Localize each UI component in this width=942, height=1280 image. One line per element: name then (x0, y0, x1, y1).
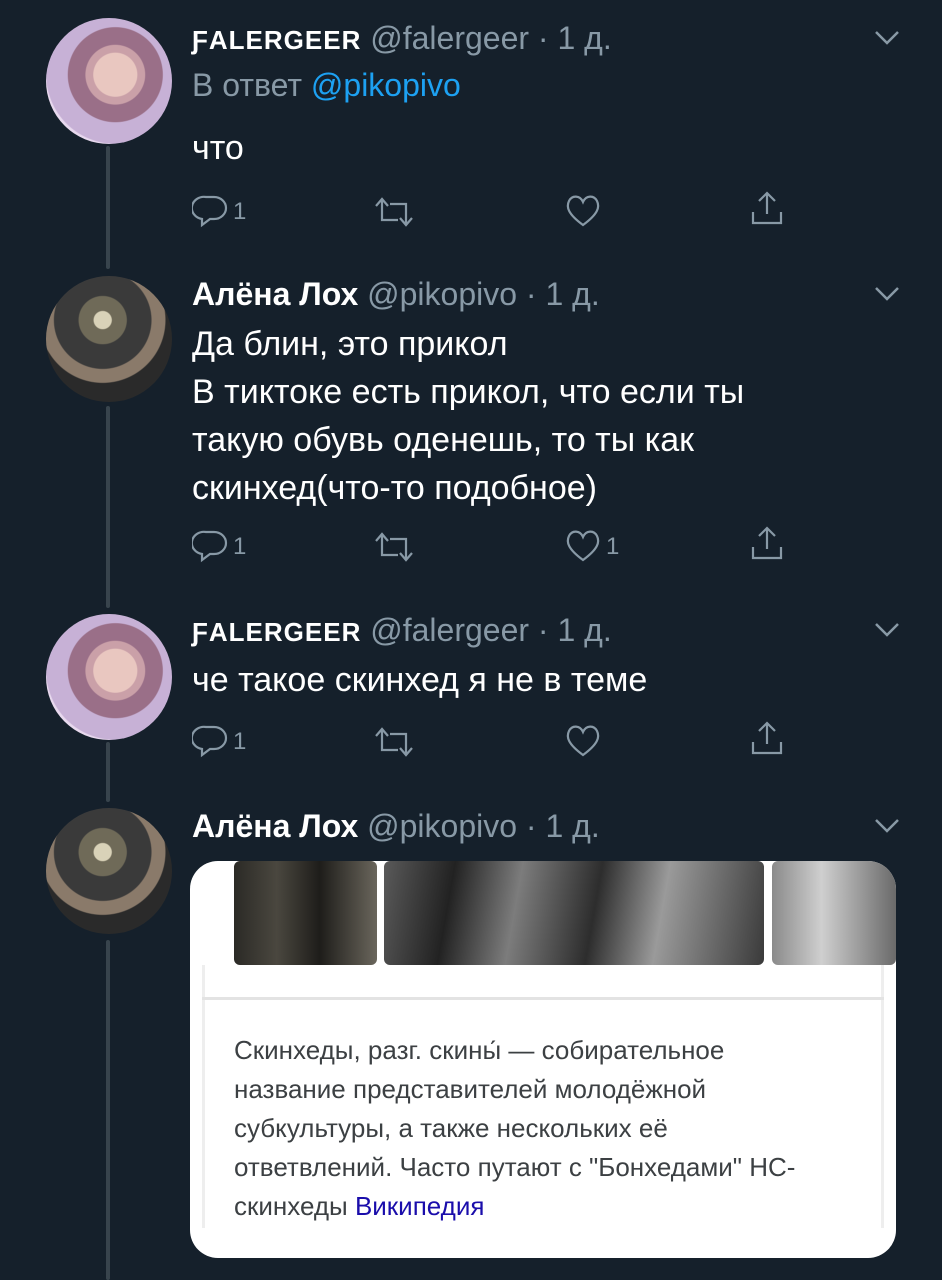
card-photo (772, 861, 896, 965)
thread-line (106, 406, 110, 608)
thread-line (106, 940, 110, 1280)
share-icon[interactable] (749, 720, 785, 756)
chevron-down-icon[interactable] (874, 30, 900, 46)
timestamp[interactable]: · 1 д. (538, 612, 612, 648)
card-photo (384, 861, 764, 965)
thread-line (106, 146, 110, 269)
tweet-text-line: В тиктоке есть прикол, что если ты (192, 373, 745, 411)
card-photo (234, 861, 377, 965)
reply-count: 1 (233, 198, 247, 225)
card-text-line: скинхеды Википедия (234, 1191, 485, 1221)
chevron-down-icon[interactable] (874, 622, 900, 638)
handle[interactable]: @pikopivo (367, 276, 517, 312)
handle[interactable]: @falergeer (370, 612, 529, 648)
retweet-icon[interactable] (372, 529, 416, 565)
retweet-icon[interactable] (372, 724, 416, 760)
card-border (202, 965, 205, 1228)
reply-context: В ответ @pikopivo (192, 67, 461, 103)
display-name[interactable]: ƑALERGEER (192, 617, 361, 647)
timestamp[interactable]: · 1 д. (538, 20, 612, 56)
like-icon[interactable] (564, 527, 602, 563)
card-text-line: Скинхеды, разг. скины́ — собирательное (234, 1035, 725, 1065)
timestamp[interactable]: · 1 д. (526, 808, 600, 844)
card-text-line: субкультуры, а также нескольких её (234, 1113, 668, 1143)
reply-count: 1 (233, 728, 247, 755)
tweet-header: ƑALERGEER @falergeer · 1 д. (192, 20, 612, 57)
share-icon[interactable] (749, 190, 785, 226)
handle[interactable]: @pikopivo (367, 808, 517, 844)
attached-image[interactable]: Скинхеды, разг. скины́ — собирательное н… (190, 861, 896, 1258)
retweet-icon[interactable] (372, 194, 416, 230)
reply-user-link[interactable]: @pikopivo (311, 67, 461, 103)
card-source-link: Википедия (354, 1191, 485, 1221)
card-description: Скинхеды, разг. скины́ — собирательное н… (234, 1031, 834, 1226)
reply-icon[interactable] (192, 527, 228, 563)
reply-icon[interactable] (192, 192, 228, 228)
avatar[interactable] (46, 18, 172, 144)
card-border (881, 965, 884, 1228)
display-name[interactable]: Алёна Лох (192, 276, 358, 312)
tweet-text-line: такую обувь оденешь, то ты как (192, 421, 695, 459)
display-name[interactable]: ƑALERGEER (192, 25, 361, 55)
tweet-text: что (192, 129, 244, 167)
card-text-line: название представителей молодёжной (234, 1074, 707, 1104)
tweet-header: Алёна Лох @pikopivo · 1 д. (192, 276, 600, 313)
chevron-down-icon[interactable] (874, 286, 900, 302)
timestamp[interactable]: · 1 д. (526, 276, 600, 312)
card-text-line: ответвлений. Часто путают с "Бонхедами" … (234, 1152, 796, 1182)
tweet-header: Алёна Лох @pikopivo · 1 д. (192, 808, 600, 845)
avatar[interactable] (46, 614, 172, 740)
like-icon[interactable] (564, 192, 602, 228)
reply-count: 1 (233, 533, 247, 560)
tweet-text: Да блин, это прикол В тиктоке есть прико… (192, 320, 744, 512)
tweet-header: ƑALERGEER @falergeer · 1 д. (192, 612, 612, 649)
tweet-text: че такое скинхед я не в теме (192, 661, 648, 699)
avatar[interactable] (46, 276, 172, 402)
like-count: 1 (606, 533, 620, 560)
tweet-text-line: Да блин, это прикол (192, 325, 508, 363)
reply-icon[interactable] (192, 722, 228, 758)
share-icon[interactable] (749, 525, 785, 561)
like-icon[interactable] (564, 722, 602, 758)
card-divider (202, 997, 884, 1000)
avatar[interactable] (46, 808, 172, 934)
thread-line (106, 742, 110, 802)
tweet-text-line: скинхед(что-то подобное) (192, 469, 597, 507)
handle[interactable]: @falergeer (370, 20, 529, 56)
display-name[interactable]: Алёна Лох (192, 808, 358, 844)
chevron-down-icon[interactable] (874, 818, 900, 834)
